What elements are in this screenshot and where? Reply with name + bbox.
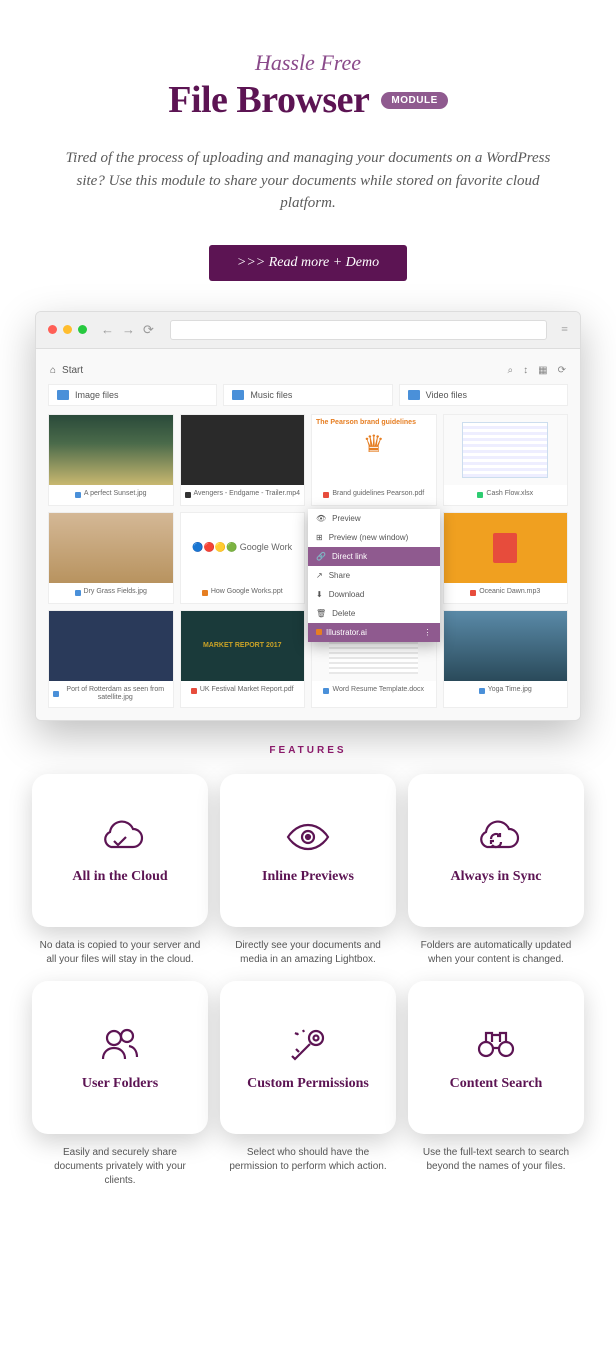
page-title: File Browser: [168, 78, 369, 122]
home-icon: ⌂: [50, 365, 56, 376]
feature-user-folders: User Folders Easily and securely share d…: [32, 981, 208, 1188]
feature-desc: Folders are automatically updated when y…: [408, 939, 584, 967]
feature-title: Custom Permissions: [247, 1076, 369, 1092]
module-badge: MODULE: [381, 92, 447, 109]
url-bar: [170, 320, 547, 340]
context-menu: 👁Preview ⊞Preview (new window) 🔗Direct l…: [308, 509, 440, 642]
file-card: Port of Rotterdam as seen from satellite…: [48, 610, 174, 709]
trash-icon: 🗑: [316, 609, 326, 618]
feature-title: All in the Cloud: [72, 869, 167, 885]
ctx-preview-new[interactable]: ⊞Preview (new window): [308, 528, 440, 547]
cloud-icon: [95, 817, 145, 857]
window-maximize-icon: [78, 325, 87, 334]
feature-title: Inline Previews: [262, 869, 354, 885]
key-icon: [283, 1024, 333, 1064]
binoculars-icon: [471, 1024, 521, 1064]
file-card: 👁Preview ⊞Preview (new window) 🔗Direct l…: [311, 512, 437, 604]
link-icon: 🔗: [316, 552, 326, 561]
features-divider: FEATURES: [30, 745, 586, 756]
eye-icon: 👁: [316, 514, 326, 523]
window-close-icon: [48, 325, 57, 334]
folder-icon: [232, 390, 244, 400]
folder-icon: [57, 390, 69, 400]
browser-nav-icons: ←→⟳: [101, 322, 154, 338]
ctx-download[interactable]: ⬇Download: [308, 585, 440, 604]
folder-chip: Music files: [223, 384, 392, 406]
header-subtitle: Hassle Free: [30, 50, 586, 76]
download-icon: ⬇: [316, 590, 323, 599]
sync-cloud-icon: [471, 817, 521, 857]
file-card: 🔵🔴🟡🟢 Google WorkHow Google Works.ppt: [180, 512, 306, 604]
browser-menu-icon: ≡: [561, 322, 568, 337]
read-more-button[interactable]: >>> Read more + Demo: [209, 245, 407, 281]
ctx-preview[interactable]: 👁Preview: [308, 509, 440, 528]
folder-chip: Image files: [48, 384, 217, 406]
feature-desc: Easily and securely share documents priv…: [32, 1146, 208, 1188]
grid-icon: ▦: [538, 365, 547, 376]
feature-search: Content Search Use the full-text search …: [408, 981, 584, 1188]
breadcrumb: Start: [62, 365, 83, 376]
page-header: Hassle Free File Browser MODULE: [30, 50, 586, 122]
ctx-delete[interactable]: 🗑Delete: [308, 604, 440, 623]
ctx-direct-link[interactable]: 🔗Direct link: [308, 547, 440, 566]
file-card: A perfect Sunset.jpg: [48, 414, 174, 506]
search-icon: ⌕: [508, 365, 514, 376]
feature-desc: No data is copied to your server and all…: [32, 939, 208, 967]
browser-titlebar: ←→⟳ ≡: [36, 312, 580, 349]
feature-previews: Inline Previews Directly see your docume…: [220, 774, 396, 967]
browser-mockup: ←→⟳ ≡ ⌂ Start ⌕ ↕ ▦ ⟳ Image files Music …: [35, 311, 581, 722]
folder-chip: Video files: [399, 384, 568, 406]
feature-permissions: Custom Permissions Select who should hav…: [220, 981, 396, 1188]
feature-desc: Select who should have the permission to…: [220, 1146, 396, 1174]
file-card: Cash Flow.xlsx: [443, 414, 569, 506]
file-card: Yoga Time.jpg: [443, 610, 569, 709]
feature-title: Always in Sync: [450, 869, 541, 885]
description-text: Tired of the process of uploading and ma…: [50, 147, 566, 215]
refresh-icon: ⟳: [558, 365, 566, 376]
eye-icon: [283, 817, 333, 857]
window-icon: ⊞: [316, 533, 323, 542]
sort-icon: ↕: [523, 365, 528, 376]
file-card: Oceanic Dawn.mp3: [443, 512, 569, 604]
users-icon: [95, 1024, 145, 1064]
feature-title: Content Search: [450, 1076, 543, 1092]
file-card: Avengers - Endgame - Trailer.mp4: [180, 414, 306, 506]
file-card: MARKET REPORT 2017UK Festival Market Rep…: [180, 610, 306, 709]
file-card: The Pearson brand guidelines♛Brand guide…: [311, 414, 437, 506]
folder-icon: [408, 390, 420, 400]
feature-sync: Always in Sync Folders are automatically…: [408, 774, 584, 967]
share-icon: ↗: [316, 571, 323, 580]
feature-title: User Folders: [82, 1076, 158, 1092]
feature-desc: Directly see your documents and media in…: [220, 939, 396, 967]
ctx-share[interactable]: ↗Share: [308, 566, 440, 585]
window-minimize-icon: [63, 325, 72, 334]
feature-desc: Use the full-text search to search beyon…: [408, 1146, 584, 1174]
file-card: Dry Grass Fields.jpg: [48, 512, 174, 604]
more-icon[interactable]: ⋮: [424, 628, 432, 637]
feature-cloud: All in the Cloud No data is copied to yo…: [32, 774, 208, 967]
